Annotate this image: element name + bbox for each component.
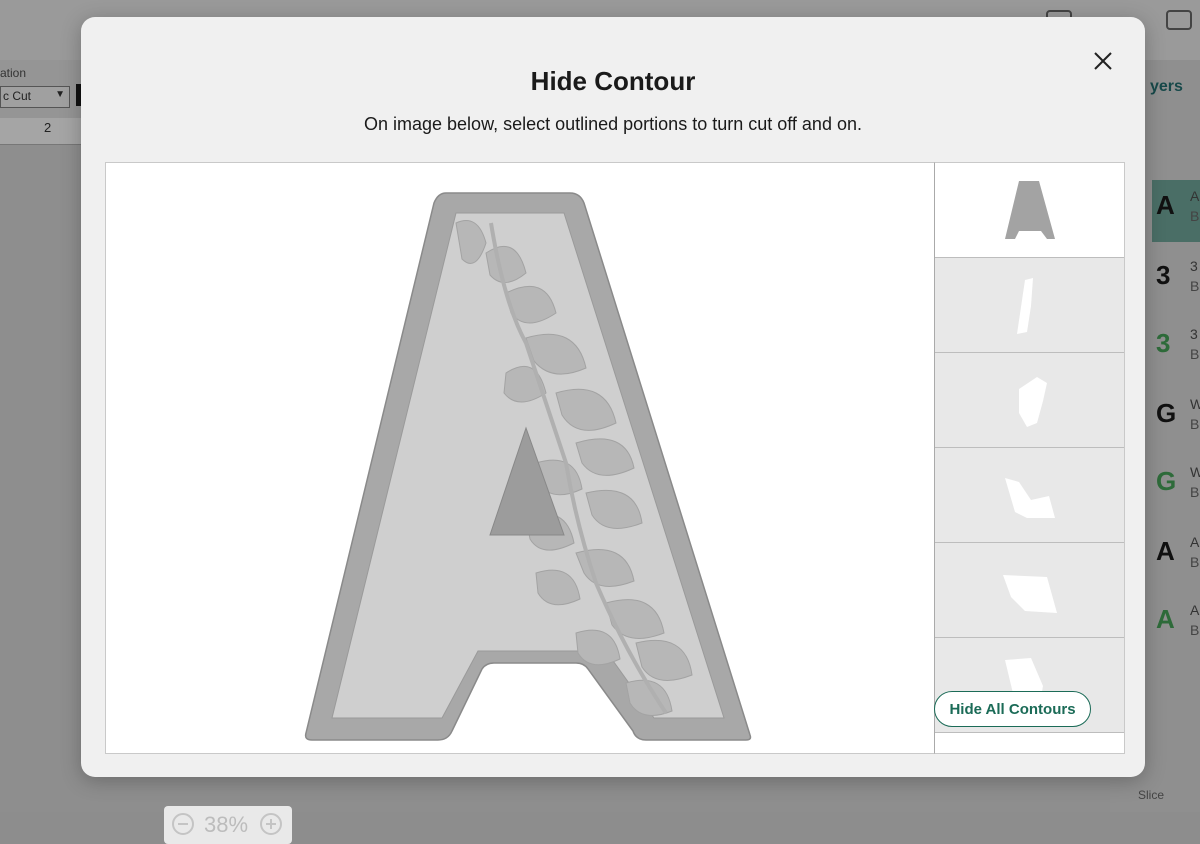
zoom-in-icon[interactable] bbox=[260, 813, 282, 835]
layer-title: A bbox=[1190, 602, 1200, 618]
contour-shape-icon bbox=[1019, 377, 1047, 427]
layer-title: 3 bbox=[1190, 258, 1198, 274]
layer-title: W bbox=[1190, 396, 1200, 412]
layer-thumbnail: G bbox=[1156, 466, 1177, 496]
contour-list bbox=[934, 162, 1125, 754]
layer-item[interactable]: A A B bbox=[1152, 180, 1200, 242]
contour-thumbnail[interactable] bbox=[935, 353, 1124, 448]
contour-thumbnail[interactable] bbox=[935, 258, 1124, 353]
layer-title: A bbox=[1190, 534, 1200, 550]
layer-subtitle: B bbox=[1190, 484, 1200, 500]
layer-title: 3 bbox=[1190, 326, 1198, 342]
layer-item[interactable]: G W B bbox=[1152, 456, 1200, 518]
zoom-value: 38% bbox=[204, 812, 249, 837]
dropdown-arrow-icon: ▼ bbox=[55, 89, 65, 100]
contour-shape-icon bbox=[1005, 478, 1055, 518]
zoom-out-icon[interactable] bbox=[172, 813, 194, 835]
contour-shape-icon bbox=[1003, 575, 1057, 613]
machine-icon bbox=[1166, 10, 1192, 30]
layers-tab-title[interactable]: yers bbox=[1150, 78, 1183, 96]
layer-item[interactable]: 3 3 B bbox=[1152, 250, 1200, 312]
layer-title: A bbox=[1190, 188, 1200, 204]
layer-subtitle: B bbox=[1190, 416, 1200, 432]
hide-all-contours-button[interactable]: Hide All Contours bbox=[934, 691, 1091, 727]
layer-subtitle: B bbox=[1190, 208, 1200, 224]
operation-select[interactable]: c Cut ▼ bbox=[0, 86, 70, 108]
layer-title: W bbox=[1190, 464, 1200, 480]
layer-item[interactable]: G W B bbox=[1152, 388, 1200, 450]
operation-select-value: c Cut bbox=[3, 89, 32, 103]
letter-a-thumb-icon bbox=[1005, 181, 1055, 239]
dialog-title: Hide Contour bbox=[530, 66, 696, 96]
contour-shape-icon bbox=[1017, 278, 1033, 334]
layer-thumbnail: A bbox=[1156, 190, 1175, 220]
contour-thumbnail[interactable] bbox=[935, 543, 1124, 638]
contour-preview-stage[interactable]: 38% bbox=[105, 162, 936, 844]
layer-subtitle: B bbox=[1190, 346, 1200, 362]
dialog-subtitle: On image below, select outlined portions… bbox=[364, 114, 862, 134]
layer-thumbnail: 3 bbox=[1156, 260, 1171, 290]
contour-thumbnail[interactable] bbox=[935, 163, 1124, 258]
layer-item[interactable]: A A B bbox=[1152, 526, 1200, 588]
hide-contour-dialog: Hide Contour On image below, select outl… bbox=[81, 17, 1145, 844]
ruler-tick-label: 2 bbox=[44, 120, 52, 135]
operation-label: ation bbox=[0, 66, 27, 80]
layer-item[interactable]: 3 3 B bbox=[1152, 318, 1200, 380]
slice-button-label[interactable]: Slice bbox=[1138, 788, 1164, 802]
layer-item[interactable]: A A B bbox=[1152, 594, 1200, 656]
layer-subtitle: B bbox=[1190, 622, 1200, 638]
layer-thumbnail: G bbox=[1156, 398, 1177, 428]
layer-subtitle: B bbox=[1190, 278, 1200, 294]
contour-thumbnail[interactable] bbox=[935, 448, 1124, 543]
layer-subtitle: B bbox=[1190, 554, 1200, 570]
letter-a-design[interactable] bbox=[106, 163, 935, 753]
layer-thumbnail: 3 bbox=[1156, 328, 1171, 358]
layer-thumbnail: A bbox=[1156, 604, 1175, 634]
layer-thumbnail: A bbox=[1156, 536, 1175, 566]
